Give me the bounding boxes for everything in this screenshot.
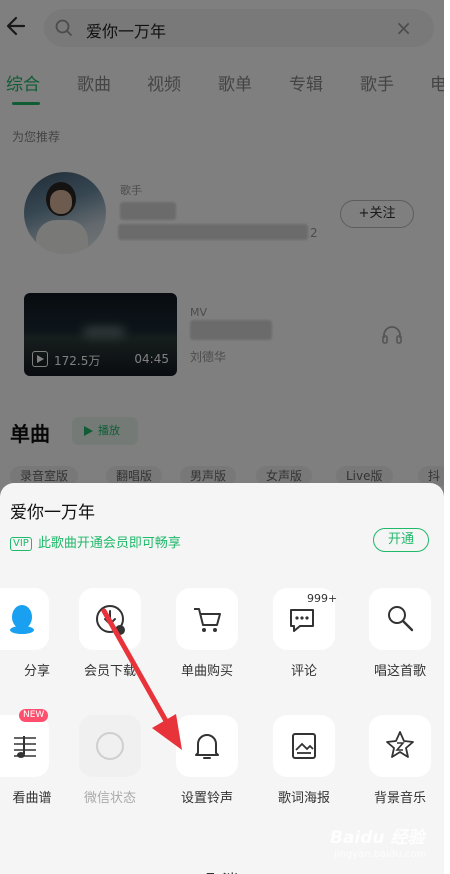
sing-action[interactable]: 唱这首歌	[352, 588, 444, 679]
background-music-action[interactable]: 背景音乐	[352, 715, 444, 806]
image-icon	[292, 733, 316, 759]
set-ringtone-action[interactable]: 设置铃声	[159, 715, 255, 806]
lyrics-poster-action[interactable]: 歌词海报	[256, 715, 352, 806]
comment-icon	[290, 609, 314, 632]
vip-download-label: 会员下载	[83, 664, 136, 679]
set-ringtone-label: 设置铃声	[180, 791, 233, 806]
share-label: 分享	[23, 664, 50, 679]
cancel-button[interactable]: 取消	[0, 867, 444, 874]
wechat-status-label: 微信状态	[83, 791, 136, 806]
sheet-music-action[interactable]: NEW 看曲谱	[0, 709, 66, 806]
download-icon	[96, 605, 125, 635]
baidu-watermark: Baidu 经验	[330, 828, 425, 848]
comment-action[interactable]: 999+ 评论	[256, 588, 352, 679]
buy-single-label: 单曲购买	[180, 664, 233, 679]
microphone-icon	[388, 606, 414, 632]
vip-download-action[interactable]: 会员下载	[62, 588, 158, 679]
open-vip-button[interactable]: 开通	[373, 528, 429, 552]
buy-single-action[interactable]: 单曲购买	[159, 588, 255, 679]
wechat-status-action: 微信状态	[62, 715, 158, 806]
vip-badge: VIP	[10, 537, 32, 551]
background-music-label: 背景音乐	[373, 791, 426, 806]
loading-spinner-icon	[96, 732, 124, 760]
sheet-song-title: 爱你一万年	[10, 503, 95, 523]
vip-text: 此歌曲开通会员即可畅享	[37, 536, 181, 551]
share-qq-icon	[10, 605, 34, 634]
new-badge: NEW	[19, 709, 49, 722]
screen: 爱你一万年 × 综合 歌曲 视频 歌单 专辑 歌手 电 为您推荐 歌手 2 +关…	[0, 0, 450, 874]
comment-count-badge: 999+	[307, 592, 338, 605]
sheet-music-icon	[14, 736, 36, 758]
vip-notice: VIP 此歌曲开通会员即可畅享	[10, 532, 181, 551]
comment-label: 评论	[290, 664, 317, 679]
lyrics-poster-label: 歌词海报	[277, 791, 330, 806]
cart-icon	[194, 608, 221, 632]
bell-icon	[195, 734, 219, 759]
sing-label: 唱这首歌	[373, 664, 426, 679]
star-sleep-icon	[386, 731, 414, 758]
sheet-music-label: 看曲谱	[12, 791, 52, 806]
watermark-url: jingyan.baidu.com	[334, 849, 427, 860]
right-edge	[444, 0, 450, 874]
song-action-sheet: 爱你一万年 VIP 此歌曲开通会员即可畅享 开通 分享 会员下载 单曲购买 999…	[0, 483, 444, 874]
share-action[interactable]: 分享	[0, 588, 66, 679]
